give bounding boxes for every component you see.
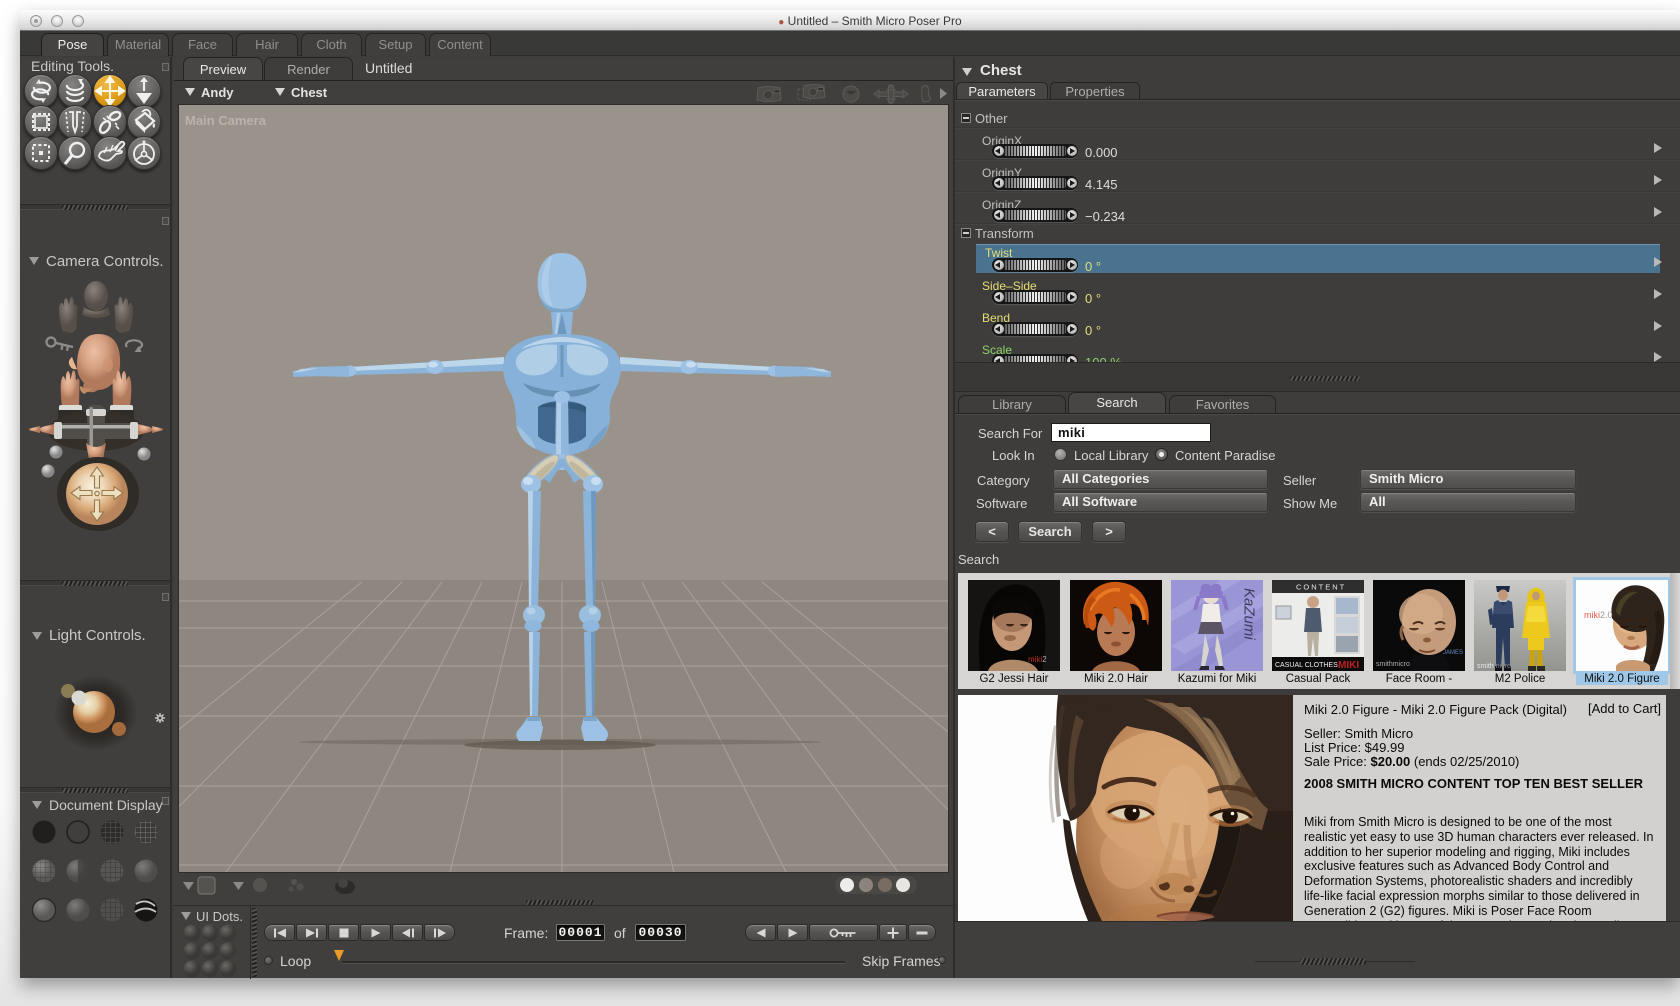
- svg-text:JAMES: JAMES: [1443, 650, 1463, 656]
- svg-text:CASUAL CLOTHES: CASUAL CLOTHES: [1275, 662, 1338, 669]
- svg-text:miki2.0: miki2.0: [1584, 610, 1613, 620]
- svg-text:CONTENT: CONTENT: [1296, 583, 1346, 592]
- svg-text:smithmicro: smithmicro: [1477, 663, 1511, 670]
- svg-text:smithmicro: smithmicro: [1376, 661, 1410, 668]
- svg-text:MIKI: MIKI: [1338, 660, 1359, 671]
- svg-text:miki2: miki2: [1028, 655, 1047, 664]
- svg-text:KaZumi: KaZumi: [1241, 588, 1258, 640]
